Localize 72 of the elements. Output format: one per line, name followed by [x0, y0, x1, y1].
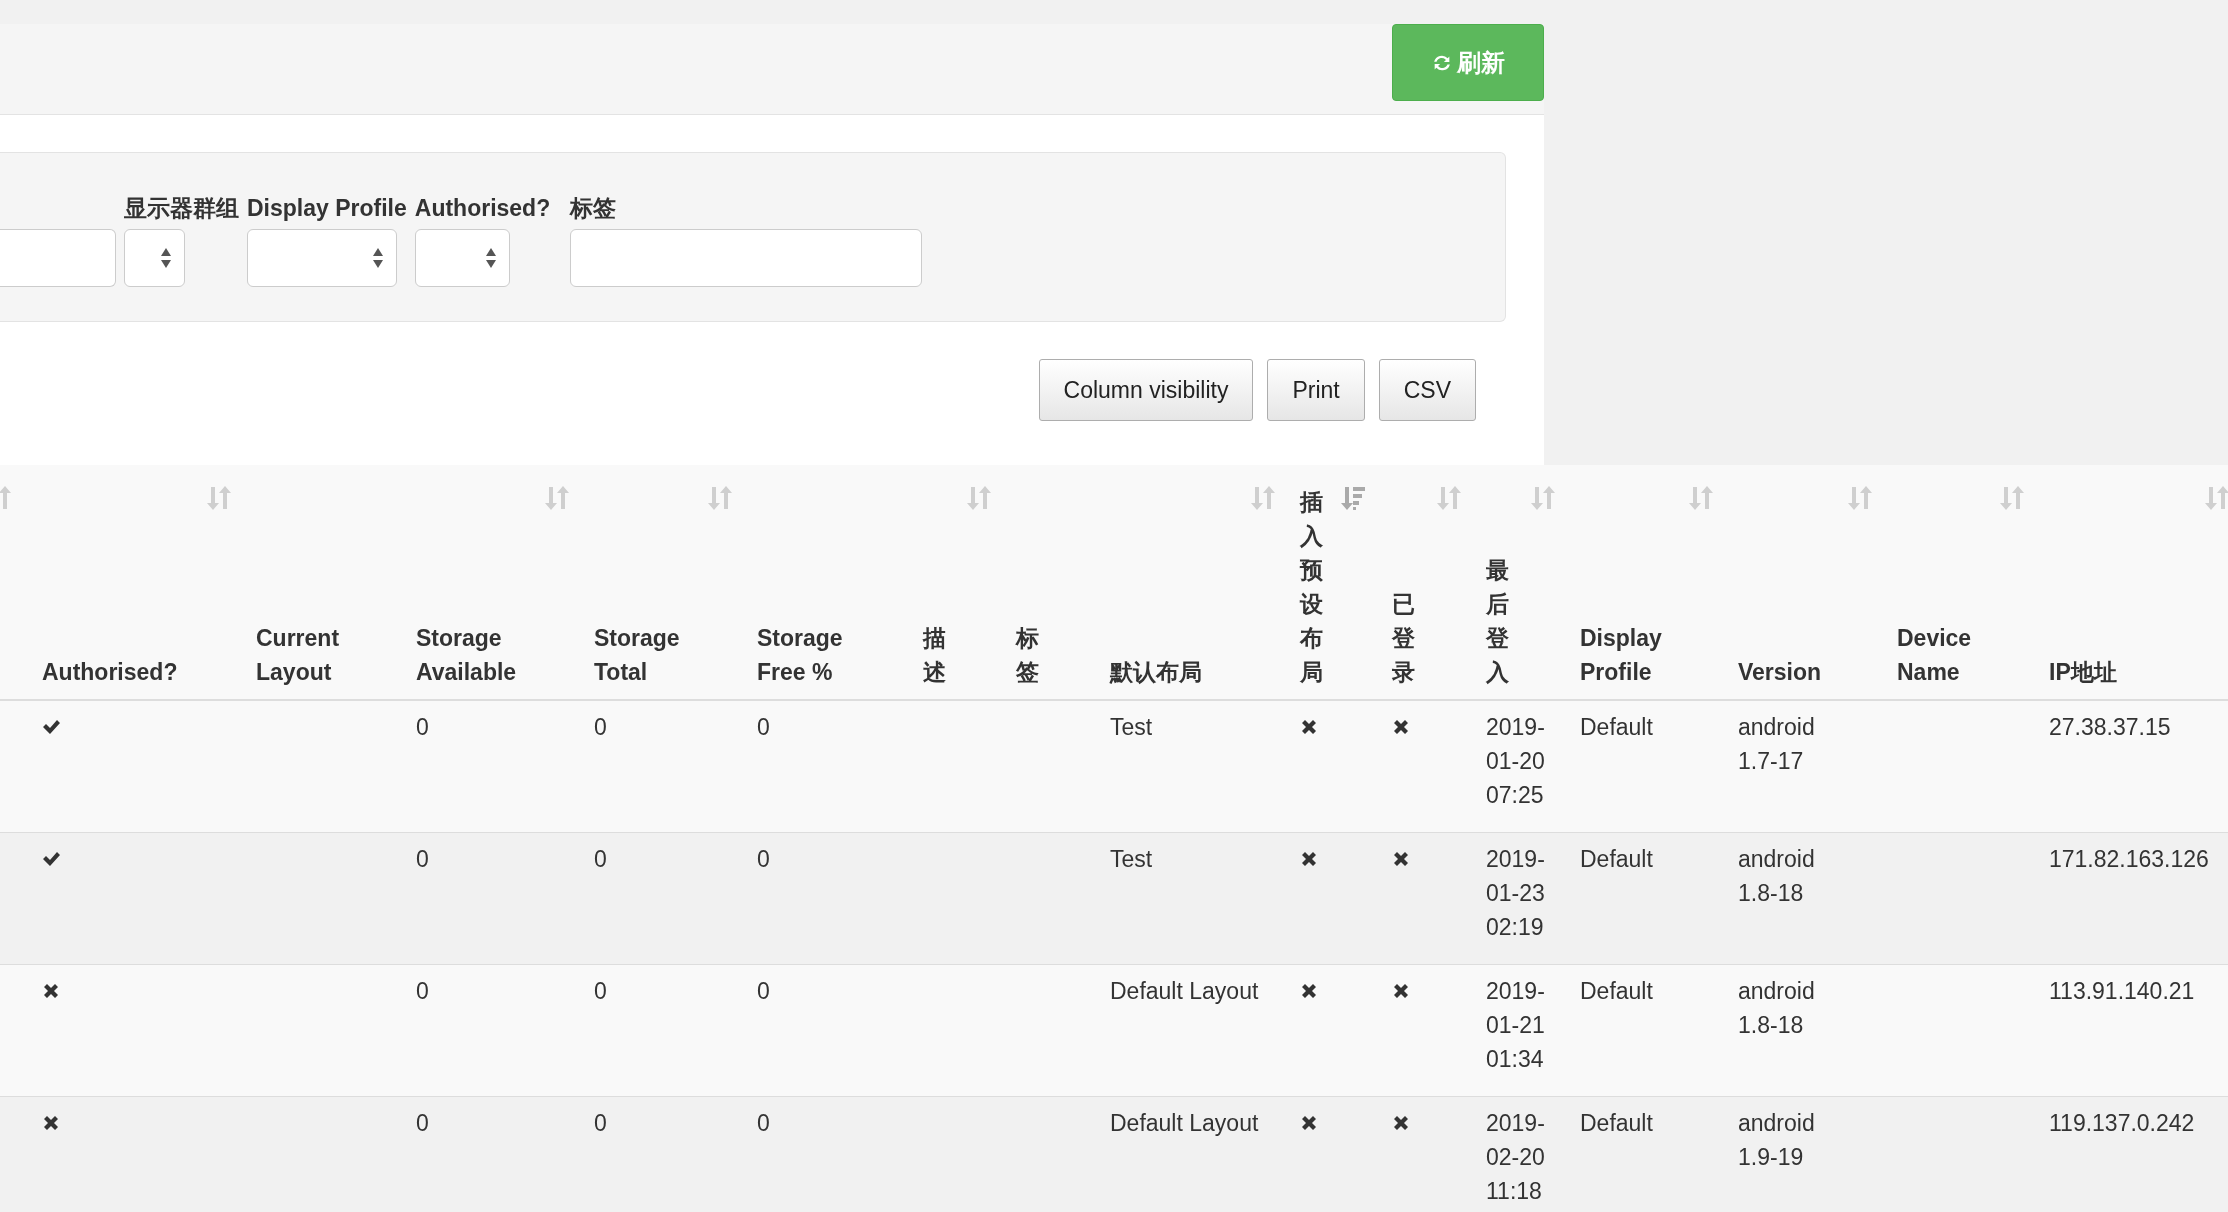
column-header[interactable]: 默认布局 — [1110, 655, 1278, 689]
table-cell: 0 — [757, 977, 770, 1004]
sort-descending-icon[interactable] — [1340, 485, 1366, 511]
column-header[interactable]: IP地址 — [2049, 655, 2228, 689]
column-header[interactable]: 标签 — [1016, 621, 1039, 689]
table-cell: 0 — [757, 845, 770, 872]
table-cell: 2019-01-23 02:19 — [1486, 845, 1545, 940]
sort-arrows-icon[interactable] — [1530, 485, 1556, 511]
table-cell: 0 — [594, 977, 607, 1004]
table-cell: 0 — [416, 1109, 429, 1136]
sort-arrows-icon[interactable] — [707, 485, 733, 511]
table-cell: 171.82.163.126 — [2049, 845, 2209, 872]
table-cell: 2019-02-20 11:18 — [1486, 1109, 1545, 1204]
text-input-field[interactable] — [0, 229, 116, 287]
column-header[interactable]: Authorised? — [42, 655, 234, 689]
updown-arrows-icon — [484, 247, 497, 269]
column-header[interactable]: Version — [1738, 655, 1875, 689]
table-cell: 0 — [594, 845, 607, 872]
filter-label: 显示器群组 — [124, 194, 239, 223]
table-action-button[interactable]: CSV — [1378, 359, 1476, 421]
sort-arrows-icon[interactable] — [1436, 485, 1462, 511]
table-cell: Default — [1580, 845, 1653, 872]
sort-arrows-icon[interactable] — [1847, 485, 1873, 511]
sort-arrows-icon[interactable] — [1250, 485, 1276, 511]
select-dropdown[interactable] — [124, 229, 185, 287]
column-header[interactable]: 插入预设布局 — [1300, 485, 1323, 689]
updown-arrows-icon — [372, 247, 384, 269]
table-cell: Default — [1580, 1109, 1653, 1136]
column-header[interactable]: Display Profile — [1580, 621, 1716, 689]
sort-arrows-icon[interactable] — [544, 485, 570, 511]
table-cell: Test — [1110, 845, 1153, 872]
column-header[interactable]: Storage Total — [594, 621, 735, 689]
sort-arrows-icon[interactable] — [1999, 485, 2025, 511]
table-action-button[interactable]: Column visibility — [1038, 359, 1254, 421]
table-cell: Default Layout — [1110, 1109, 1259, 1136]
column-header[interactable]: Device Name — [1897, 621, 2027, 689]
table-cell-text: android 1.7-17 — [1738, 713, 1816, 776]
filter-label: Display Profile — [247, 194, 407, 223]
column-header[interactable]: 已登录 — [1392, 587, 1415, 689]
table-cell: 119.137.0.242 — [2049, 1109, 2195, 1136]
table-cell-text: android 1.9-19 — [1738, 1108, 1816, 1172]
table-cell: 2019-01-20 07:25 — [1486, 714, 1545, 808]
column-header[interactable]: 最后登入 — [1486, 553, 1509, 689]
table-cell: 0 — [757, 1109, 770, 1136]
column-header[interactable]: Storage Free % — [757, 621, 882, 689]
table-cell: 2019-01-21 01:34 — [1486, 977, 1545, 1072]
table-action-button[interactable]: Print — [1267, 359, 1365, 421]
table-cell: 0 — [416, 714, 429, 740]
filter-label: Authorised? — [414, 194, 551, 223]
table-cell: 0 — [594, 714, 607, 740]
table-cell: Default — [1580, 977, 1653, 1004]
table-cell: Default — [1580, 714, 1653, 740]
table-cell-text: android 1.8-18 — [1738, 844, 1816, 908]
table-cell: Test — [1110, 714, 1153, 740]
sort-arrows-icon[interactable] — [206, 485, 232, 511]
filter-label: 标签 — [570, 194, 617, 223]
table-cell: 0 — [594, 1109, 607, 1136]
column-header[interactable]: 描述 — [923, 621, 946, 689]
updown-arrows-icon — [160, 247, 172, 269]
column-header[interactable]: Storage Available — [416, 621, 572, 689]
sort-arrows-icon[interactable] — [1688, 485, 1714, 511]
sort-arrows-icon[interactable] — [2204, 485, 2228, 511]
column-header[interactable]: Current Layout — [256, 621, 394, 689]
table-cell: 27.38.37.15 — [2049, 714, 2171, 740]
text-input-field[interactable] — [570, 229, 923, 287]
table-cell: 113.91.140.21 — [2049, 977, 2195, 1004]
table-cell: Default Layout — [1110, 977, 1259, 1004]
table-cell: 0 — [416, 977, 429, 1004]
table-cell-text: android 1.8-18 — [1738, 976, 1816, 1040]
sort-arrows-icon[interactable] — [966, 485, 992, 511]
table-cell: 0 — [416, 845, 429, 872]
table-cell: 0 — [757, 714, 770, 740]
